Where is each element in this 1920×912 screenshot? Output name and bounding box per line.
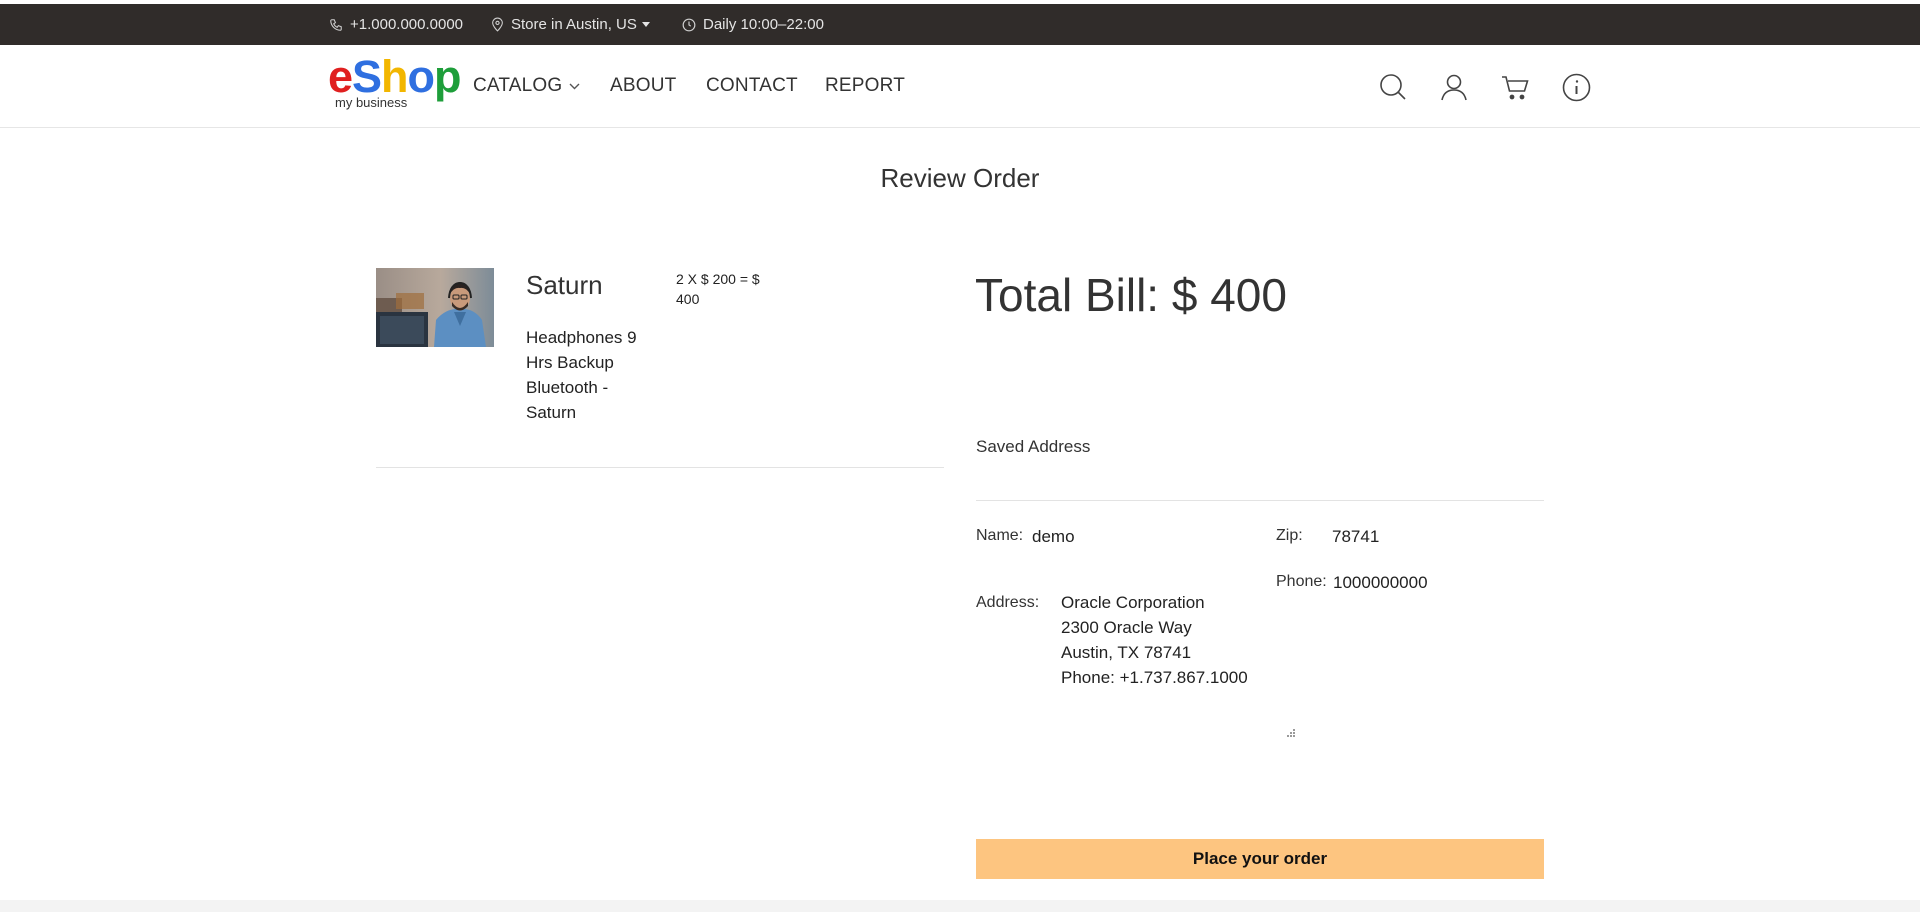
- store-text: Store in Austin, US: [511, 16, 637, 33]
- address-label: Address:: [976, 594, 1040, 611]
- user-icon: [1441, 74, 1467, 101]
- address-line: Austin, TX 78741: [1061, 643, 1192, 662]
- address-line: Phone: +1.737.867.1000: [1061, 668, 1248, 687]
- nav-about[interactable]: ABOUT: [610, 75, 676, 97]
- resize-handle[interactable]: [1283, 726, 1297, 740]
- address-text-block: Oracle Corporation 2300 Oracle Way Austi…: [1061, 590, 1248, 690]
- nav-catalog-label: CATALOG: [473, 75, 563, 96]
- store-hours: Daily 10:00–22:00: [682, 4, 824, 45]
- place-order-button[interactable]: Place your order: [976, 839, 1544, 879]
- store-selector[interactable]: Store in Austin, US: [491, 4, 657, 45]
- product-name[interactable]: Saturn: [526, 270, 603, 301]
- search-icon: [1380, 74, 1406, 100]
- account-button[interactable]: [1439, 72, 1469, 102]
- address-line: Oracle Corporation: [1061, 593, 1205, 612]
- info-icon: [1562, 73, 1590, 101]
- logo-letter: p: [434, 51, 461, 102]
- product-price-calculation: 2 X $ 200 = $ 400: [676, 271, 760, 307]
- address-line: 2300 Oracle Way: [1061, 618, 1192, 637]
- total-bill: Total Bill: $ 400: [975, 269, 1287, 321]
- saved-address-heading: Saved Address: [976, 437, 1091, 456]
- name-label: Name:: [976, 527, 1024, 544]
- caret-down-icon: [641, 22, 650, 27]
- hours-text: Daily 10:00–22:00: [703, 16, 824, 33]
- phone-info[interactable]: +1.000.000.0000: [329, 4, 463, 45]
- logo-tagline: my business: [335, 95, 408, 110]
- nav-contact[interactable]: CONTACT: [706, 75, 798, 97]
- phone-icon: [330, 18, 342, 31]
- nav-report-label: REPORT: [825, 75, 906, 96]
- divider: [376, 467, 944, 468]
- cart-button[interactable]: [1500, 72, 1530, 102]
- zip-value: 78741: [1332, 527, 1380, 546]
- product-description: Headphones 9 Hrs Backup Bluetooth - Satu…: [526, 328, 637, 422]
- info-button[interactable]: [1561, 72, 1591, 102]
- eshop-logo[interactable]: eShop my business: [328, 54, 462, 110]
- search-button[interactable]: [1378, 72, 1408, 102]
- divider: [976, 500, 1544, 501]
- top-info-bar: +1.000.000.0000 Store in Austin, US Dail…: [0, 4, 1920, 45]
- phone-label: Phone:: [1276, 573, 1327, 590]
- name-value: demo: [1032, 527, 1075, 546]
- nav-catalog[interactable]: CATALOG: [473, 75, 580, 97]
- location-pin-icon: [492, 17, 503, 32]
- nav-about-label: ABOUT: [610, 75, 677, 96]
- product-image: [376, 268, 494, 347]
- logo-wordmark: eShop: [328, 51, 462, 102]
- chevron-down-icon: [569, 83, 580, 89]
- page-title: Review Order: [880, 163, 1040, 193]
- logo-letter: o: [407, 51, 435, 102]
- clock-icon: [682, 18, 696, 31]
- cart-icon: [1502, 76, 1529, 100]
- zip-label: Zip:: [1276, 527, 1303, 544]
- phone-value: 1000000000: [1333, 573, 1428, 592]
- main-navbar: eShop my business CATALOG ABOUT CONTACT …: [0, 45, 1920, 128]
- phone-text: +1.000.000.0000: [350, 16, 464, 33]
- nav-report[interactable]: REPORT: [825, 75, 905, 97]
- nav-contact-label: CONTACT: [706, 75, 798, 96]
- footer-strip: [0, 900, 1920, 912]
